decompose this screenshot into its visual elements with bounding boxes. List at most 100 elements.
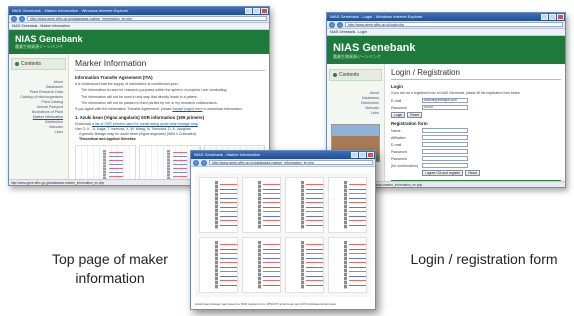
login-form: E-mail thomas@example.com Password •••••••• xyxy=(391,98,561,110)
window-titlebar: NIAS Genebank - Login - Windows Internet… xyxy=(327,13,565,21)
password-field[interactable]: •••••••• xyxy=(422,105,468,110)
login-intro: If you are not a registered user of NIAS… xyxy=(391,91,521,95)
site-logo[interactable]: NIAS Genebank xyxy=(333,42,565,54)
close-button[interactable] xyxy=(261,8,268,14)
form-row: Password xyxy=(391,149,561,154)
ssr-primer-list-link[interactable]: a list of SSR primers used for construct… xyxy=(92,122,198,126)
maximize-button[interactable] xyxy=(549,14,556,20)
caption-top-page: Top page of maker information xyxy=(52,251,168,286)
login-heading: Login xyxy=(391,84,403,89)
linkage-map-caption: Azuki bean linkage map based on SSR mark… xyxy=(195,302,337,306)
url-field[interactable]: http://www.gene.affrc.go.jp/login.php xyxy=(345,22,563,27)
agree-register-button[interactable]: I agree ITA and register xyxy=(422,170,464,176)
site-header: NIAS Genebank 農業生物資源ジーンバンク xyxy=(9,30,269,54)
login-buttons: Login Reset xyxy=(391,112,561,118)
field-label: Password xyxy=(391,149,407,154)
field-label: Affiliation xyxy=(391,135,406,140)
address-bar: http://www.gene.affrc.go.jp/databases-ma… xyxy=(191,159,375,167)
section-heading-azuki: 1. Azuki bean (Vigna angularis) SSR info… xyxy=(75,114,205,120)
maximize-button[interactable] xyxy=(253,8,260,14)
registration-input[interactable] xyxy=(422,135,468,140)
window-titlebar: NIAS Genebank - Marker Information xyxy=(191,151,375,159)
form-row: Password xyxy=(391,156,561,161)
url-field[interactable]: http://www.gene.affrc.go.jp/databases-ma… xyxy=(27,16,267,21)
close-button[interactable] xyxy=(367,152,374,158)
window-controls xyxy=(245,8,268,14)
sidebar-nav: About Databases Distribution Manuals Links xyxy=(329,91,382,116)
site-logo-subtitle: 農業生物資源ジーンバンク xyxy=(15,44,63,49)
form-row: (for confirmation) xyxy=(391,163,561,168)
window-title: NIAS Genebank - Marker Information - Win… xyxy=(12,8,129,13)
section-heading-ita: Information Transfer Agreement (ITA) xyxy=(75,75,153,80)
linkage-map-popup-window: NIAS Genebank - Marker Information http:… xyxy=(190,150,376,310)
bullet-icon xyxy=(333,73,337,77)
accept-login-link[interactable]: Accept (login) here xyxy=(172,107,202,111)
linkage-group xyxy=(242,237,281,293)
tab-marker-information[interactable]: NIAS Genebank - Marker Information xyxy=(9,23,269,30)
site-logo[interactable]: NIAS Genebank xyxy=(15,34,269,44)
registration-input[interactable] xyxy=(422,163,468,168)
back-icon[interactable] xyxy=(329,21,335,28)
ita-conditions: The information is used for research pur… xyxy=(75,87,265,107)
minimize-button[interactable] xyxy=(351,152,358,158)
linkage-group xyxy=(285,237,324,293)
registration-input[interactable] xyxy=(422,142,468,147)
minimize-button[interactable] xyxy=(245,8,252,14)
field-label: (for confirmation) xyxy=(391,163,419,168)
login-button[interactable]: Login xyxy=(391,112,406,118)
linkage-group xyxy=(199,177,238,233)
maximize-button[interactable] xyxy=(359,152,366,158)
sidebar-nav: About Databases Plant Research Data Catalog… xyxy=(11,80,66,135)
field-label: Name xyxy=(391,128,401,133)
sidebar-title: Contents xyxy=(11,58,66,70)
field-label: Password xyxy=(391,105,407,110)
registration-buttons: I agree ITA and register Reset xyxy=(391,170,561,176)
form-row: Name xyxy=(391,128,561,133)
page-title: Login / Registration xyxy=(391,68,561,80)
form-row: Password •••••••• xyxy=(391,105,561,110)
linkage-map-image xyxy=(195,173,371,297)
form-row: Affiliation xyxy=(391,135,561,140)
linkage-group xyxy=(328,237,367,293)
citation-journal: Theoretical and Applied Genetics xyxy=(79,136,136,141)
tab-login[interactable]: NIAS Genebank - Login xyxy=(327,29,565,36)
bullet-icon xyxy=(15,62,19,66)
linkage-group xyxy=(285,177,324,233)
linkage-group xyxy=(199,237,238,293)
forward-icon[interactable] xyxy=(337,21,343,28)
agree-line: If you agree with the Information Transf… xyxy=(75,106,243,111)
forward-icon[interactable] xyxy=(19,15,25,22)
minimize-button[interactable] xyxy=(541,14,548,20)
window-title: NIAS Genebank - Marker Information xyxy=(194,152,261,157)
reset-button[interactable]: Reset xyxy=(407,112,423,118)
address-bar: http://www.gene.affrc.go.jp/login.php xyxy=(327,21,565,29)
registration-input[interactable] xyxy=(422,156,468,161)
url-field[interactable]: http://www.gene.affrc.go.jp/databases-ma… xyxy=(209,160,373,165)
window-titlebar: NIAS Genebank - Marker Information - Win… xyxy=(9,7,269,15)
close-button[interactable] xyxy=(557,14,564,20)
sidebar: Contents About Databases Plant Research Da… xyxy=(9,54,69,179)
form-row: E-mail xyxy=(391,142,561,147)
registration-input[interactable] xyxy=(422,149,468,154)
site-header: NIAS Genebank 農業生物資源ジーンバンク xyxy=(327,36,565,64)
sidebar-item[interactable]: Links xyxy=(329,111,382,116)
linkage-group xyxy=(328,177,367,233)
back-icon[interactable] xyxy=(11,15,17,22)
back-icon[interactable] xyxy=(193,159,199,166)
page-title: Marker Information xyxy=(75,58,265,71)
sidebar-item[interactable]: Links xyxy=(11,130,66,135)
registration-input[interactable] xyxy=(422,128,468,133)
reset-button[interactable]: Reset xyxy=(465,170,481,176)
registration-heading: Registration form xyxy=(391,121,428,126)
linkage-group xyxy=(242,177,281,233)
main-content: Login / Registration Login If you are no… xyxy=(391,68,561,185)
forward-icon[interactable] xyxy=(201,159,207,166)
form-row: E-mail thomas@example.com xyxy=(391,98,561,103)
site-logo-subtitle: 農業生物資源ジーンバンク xyxy=(333,54,381,59)
email-field[interactable]: thomas@example.com xyxy=(422,98,468,103)
field-label: E-mail xyxy=(391,98,402,103)
registration-form: Name Affiliation E-mail Password Password (fo… xyxy=(391,128,561,168)
field-label: Password xyxy=(391,156,407,161)
window-controls xyxy=(541,14,564,20)
sidebar-title: Contents xyxy=(329,69,382,81)
